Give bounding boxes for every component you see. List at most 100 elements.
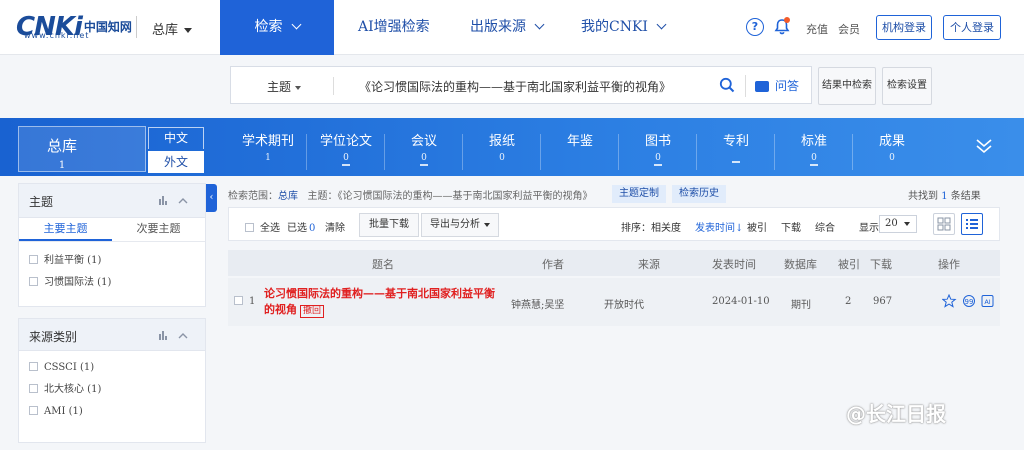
chevron-down-icon [534,19,545,30]
batch-download-button[interactable]: 批量下载 [359,213,419,237]
checkbox[interactable] [29,362,38,371]
lang-foreign[interactable]: 外文 [148,151,204,173]
clear-button[interactable]: 清除 [325,219,345,234]
sidebar-collapse-button[interactable]: ‹ [206,184,217,212]
caret-down-icon [295,85,302,90]
select-all-checkbox[interactable]: 全选 [245,219,280,234]
sort-downloads[interactable]: 下载 [781,219,801,234]
page-size-select[interactable]: 20 [879,215,917,233]
checkbox[interactable] [29,255,38,264]
sort-label: 排序： [621,223,651,234]
category-yearbooks[interactable]: 年鉴 [542,130,618,153]
category-newspapers[interactable]: 报纸 0 [464,130,540,163]
member-link[interactable]: 会员 [838,21,860,37]
institution-login-button[interactable]: 机构登录 [876,15,932,40]
tab-secondary-topic[interactable]: 次要主题 [112,218,205,241]
lang-chinese[interactable]: 中文 [148,127,204,149]
category-bar: 总库 1 中文 外文 学术期刊 1 学位论文 0 会议 0 报纸 0 年鉴 图书 0 专利… [0,118,1024,176]
nav-ai-search[interactable]: AI增强检索 [358,0,430,55]
quote-icon[interactable]: 99 [963,295,975,307]
result-cited[interactable]: 2 [845,296,851,307]
category-theses[interactable]: 学位论文 0 [308,130,384,166]
chat-icon [755,81,769,92]
ai-icon[interactable]: AI [981,295,994,307]
category-journals[interactable]: 学术期刊 1 [230,130,306,163]
sort-publish-date[interactable]: 发表时间↓ [695,219,743,234]
filter-item[interactable]: AMI (1) [19,401,205,423]
svg-text:99: 99 [965,298,974,306]
chart-and-collapse-icon[interactable] [159,195,189,208]
arrow-down-icon: ↓ [735,223,744,234]
column-database: 数据库 [784,258,817,271]
topic-filter-panel: 主题 主要主题 次要主题 利益平衡 (1) 习惯国际法 (1) [18,183,206,307]
category-conferences[interactable]: 会议 0 [386,130,462,166]
double-chevron-down-icon[interactable] [975,137,993,155]
chevron-down-icon [291,19,301,30]
recharge-link[interactable]: 充值 [806,21,828,37]
search-history-button[interactable]: 检索历史 [672,185,726,203]
chart-and-collapse-icon[interactable] [159,330,189,343]
checkbox[interactable] [29,406,38,415]
sort-relevance[interactable]: 相关度 [651,219,681,234]
caret-down-icon [184,28,193,33]
result-author[interactable]: 钟燕慧;吴坚 [511,296,564,311]
category-books[interactable]: 图书 0 [620,130,696,166]
search-input[interactable]: 《论习惯国际法的重构——基于南北国家利益平衡的视角》 [359,78,671,95]
logo-url: www.cnki.net [24,31,90,40]
tab-main-topic[interactable]: 主要主题 [19,218,112,241]
panel-header: 主题 [19,184,205,218]
filter-item[interactable]: 北大核心 (1) [19,379,205,401]
column-actions: 操作 [938,258,960,271]
search-icon[interactable] [719,77,735,93]
search-field-select[interactable]: 主题 [267,78,302,95]
caret-down-icon [484,222,490,227]
personal-login-button[interactable]: 个人登录 [943,15,1001,40]
row-actions: 99 AI [942,294,994,308]
search-in-results-button[interactable]: 结果中检索 [818,67,876,105]
search-settings-button[interactable]: 检索设置 [882,67,932,105]
help-icon[interactable]: ? [746,18,764,36]
nav-search[interactable]: 检索 [220,0,334,55]
category-standards[interactable]: 标准 0 [776,130,852,166]
filter-item[interactable]: 习惯国际法 (1) [19,272,205,294]
result-date: 2024-01-10 [712,296,770,307]
qa-button[interactable]: 问答 [755,77,799,94]
column-date: 发表时间 [712,258,756,271]
divider [136,16,137,38]
star-icon[interactable] [942,294,957,308]
grid-view-icon[interactable] [933,213,955,235]
column-author: 作者 [542,258,564,271]
library-select[interactable]: 总库 [152,19,193,38]
column-source: 来源 [638,258,660,271]
sort-comprehensive[interactable]: 综合 [815,219,835,234]
category-total[interactable]: 总库 1 [18,126,146,172]
results-toolbar: 全选 已选 0 清除 批量下载 导出与分析 排序： 相关度 发表时间↓ 被引 下载… [228,207,1000,241]
nav-my-cnki[interactable]: 我的CNKI [581,0,667,55]
column-cited: 被引 [838,258,860,271]
checkbox[interactable] [29,384,38,393]
result-downloads[interactable]: 967 [873,296,892,307]
result-source[interactable]: 开放时代 [604,296,644,311]
filter-item[interactable]: CSSCI (1) [19,357,205,379]
category-achievements[interactable]: 成果 0 [854,130,930,163]
topic-tabs: 主要主题 次要主题 [19,218,205,242]
panel-header: 来源类别 [19,319,205,351]
chevron-down-icon [656,19,667,30]
results-table-header: 题名 作者 来源 发表时间 数据库 被引 下载 操作 [228,250,1000,276]
top-bar: CNKi 中国知网 www.cnki.net 总库 检索 AI增强检索 出版来源… [0,0,1024,55]
nav-publication-source[interactable]: 出版来源 [470,0,545,55]
export-analysis-button[interactable]: 导出与分析 [421,213,499,237]
row-checkbox[interactable]: 1 [234,296,255,307]
filter-item[interactable]: 利益平衡 (1) [19,250,205,272]
search-scope-breadcrumb: 检索范围：总库 主题：《论习惯国际法的重构——基于南北国家利益平衡的视角》 [228,191,593,202]
notification-dot [784,17,790,23]
divider [745,75,746,97]
topic-customize-button[interactable]: 主题定制 [612,185,666,203]
list-view-icon[interactable] [961,213,983,235]
result-title-link[interactable]: 论习惯国际法的重构——基于南北国家利益平衡的视角 撤回 [264,286,500,318]
category-patents[interactable]: 专利 [698,130,774,163]
checkbox[interactable] [29,277,38,286]
column-downloads: 下载 [870,258,892,271]
source-filter-panel: 来源类别 CSSCI (1) 北大核心 (1) AMI (1) [18,318,206,443]
sort-cited[interactable]: 被引 [747,219,767,234]
